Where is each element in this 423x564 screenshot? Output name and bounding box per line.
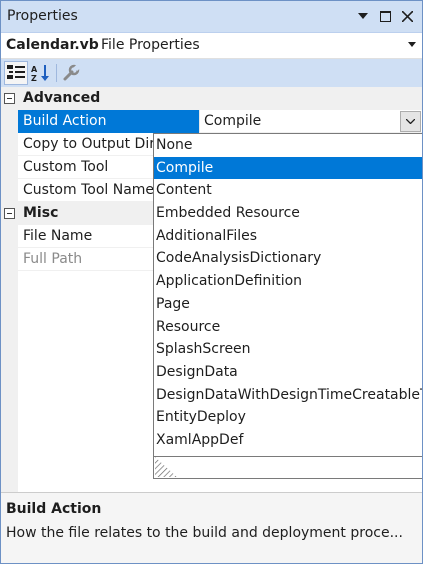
svg-text:Z: Z xyxy=(31,74,37,82)
window-position-dropdown-button[interactable] xyxy=(353,5,373,27)
dropdown-option[interactable]: Embedded Resource xyxy=(154,202,422,225)
description-pane: Build Action How the file relates to the… xyxy=(1,492,422,563)
property-name: Build Action xyxy=(18,110,200,133)
property-value[interactable]: Compile xyxy=(201,110,422,133)
object-name: Calendar.vb xyxy=(6,37,99,53)
property-pages-button[interactable] xyxy=(59,61,83,85)
categorized-button[interactable] xyxy=(4,61,28,85)
dropdown-option[interactable]: None xyxy=(154,134,422,157)
dropdown-option[interactable]: Content xyxy=(154,179,422,202)
dropdown-option[interactable]: Page xyxy=(154,293,422,316)
sort-alphabetical-icon: A Z xyxy=(31,65,49,82)
maximize-button[interactable] xyxy=(375,5,395,27)
category-advanced[interactable]: Advanced xyxy=(1,87,422,110)
dropdown-option[interactable]: DesignData xyxy=(154,361,422,384)
dropdown-horizontal-scrollbar[interactable] xyxy=(154,456,422,478)
properties-window: Properties Calendar.vb File Properties A… xyxy=(0,0,423,564)
chevron-down-icon xyxy=(358,13,368,19)
dropdown-option[interactable]: EntityDeploy xyxy=(154,406,422,429)
chevron-down-icon[interactable] xyxy=(408,42,416,47)
dropdown-option[interactable]: AdditionalFiles xyxy=(154,225,422,248)
categorized-icon xyxy=(7,65,25,79)
collapse-icon[interactable] xyxy=(4,93,15,104)
description-text: How the file relates to the build and de… xyxy=(6,525,403,541)
object-type: File Properties xyxy=(101,37,200,53)
close-icon xyxy=(401,10,413,22)
property-toolbar: A Z xyxy=(1,59,422,87)
dropdown-option[interactable]: XamlAppDef xyxy=(154,429,422,452)
chevron-down-icon xyxy=(406,119,415,124)
category-label: Misc xyxy=(23,205,59,221)
property-row-build-action[interactable]: Build Action Compile xyxy=(18,110,422,133)
close-button[interactable] xyxy=(397,5,417,27)
description-title: Build Action xyxy=(6,501,102,517)
window-title: Properties xyxy=(7,8,78,24)
alphabetical-button[interactable]: A Z xyxy=(29,61,53,85)
collapse-icon[interactable] xyxy=(4,208,15,219)
dropdown-option[interactable]: DesignDataWithDesignTimeCreatableTypes xyxy=(154,384,422,407)
build-action-dropdown-button[interactable] xyxy=(400,111,421,132)
object-selector[interactable]: Calendar.vb File Properties xyxy=(1,33,422,59)
category-label: Advanced xyxy=(23,90,101,106)
dropdown-options: None Compile Content Embedded Resource A… xyxy=(154,134,422,452)
wrench-icon xyxy=(63,64,80,81)
maximize-icon xyxy=(379,10,391,22)
dropdown-option[interactable]: SplashScreen xyxy=(154,338,422,361)
svg-text:A: A xyxy=(31,65,38,74)
toolbar-separator xyxy=(56,64,57,82)
dropdown-option-selected[interactable]: Compile xyxy=(154,156,422,180)
dropdown-option[interactable]: Resource xyxy=(154,316,422,339)
grid-gutter xyxy=(1,87,18,492)
build-action-dropdown-list[interactable]: None Compile Content Embedded Resource A… xyxy=(153,133,422,479)
dropdown-option[interactable]: CodeAnalysisDictionary xyxy=(154,247,422,270)
title-bar: Properties xyxy=(1,1,422,33)
dropdown-option[interactable]: ApplicationDefinition xyxy=(154,270,422,293)
resize-grip-icon[interactable] xyxy=(155,457,177,477)
